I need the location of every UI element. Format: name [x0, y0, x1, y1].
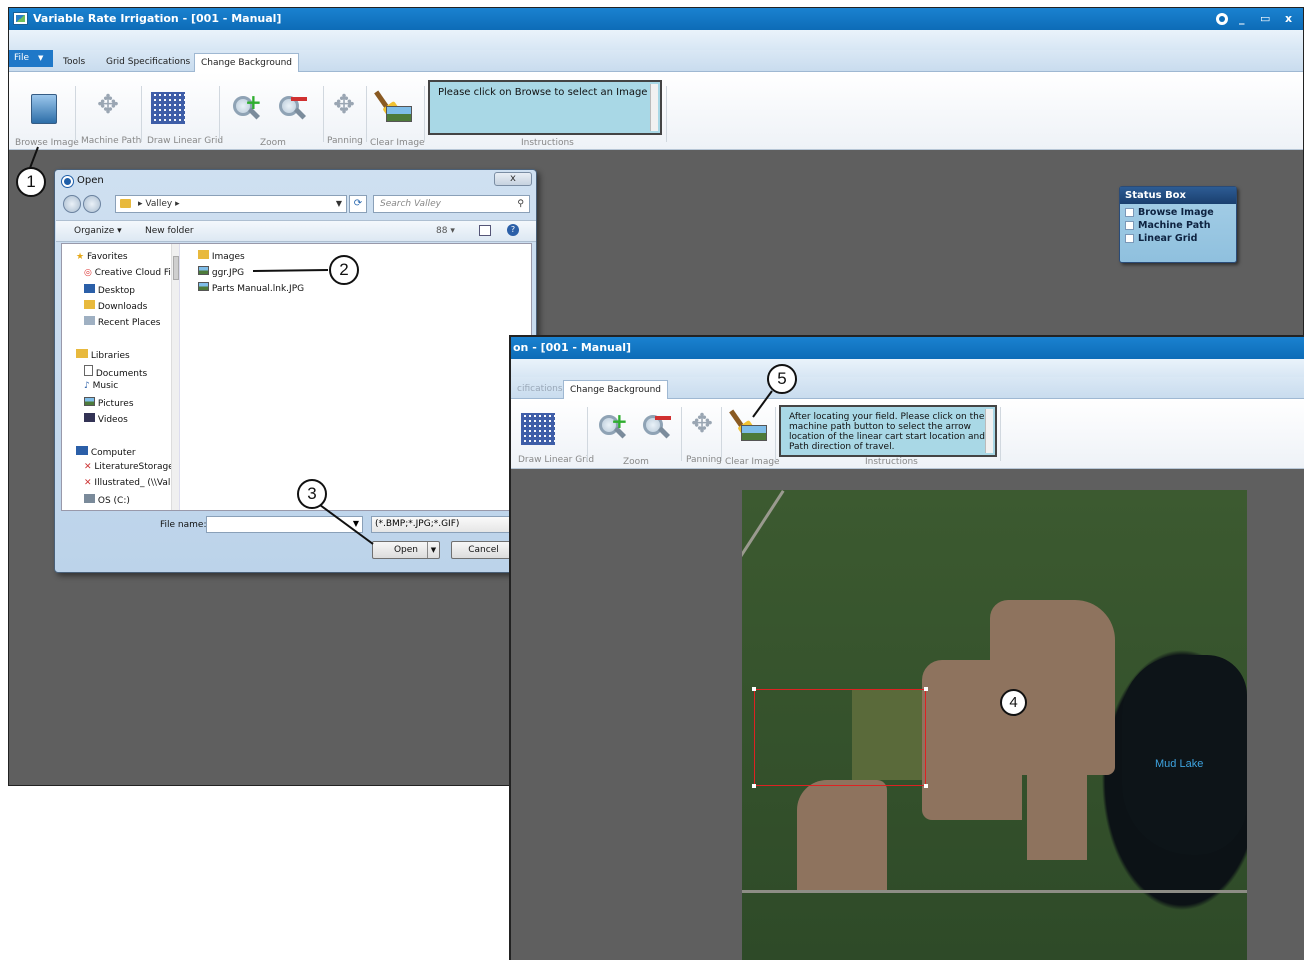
callout-leader-lines [29, 146, 773, 545]
callout-2: 2 [329, 255, 359, 285]
callout-5: 5 [767, 364, 797, 394]
callout-4: 4 [1000, 689, 1027, 716]
callout-1: 1 [16, 167, 46, 197]
callout-3: 3 [297, 479, 327, 509]
